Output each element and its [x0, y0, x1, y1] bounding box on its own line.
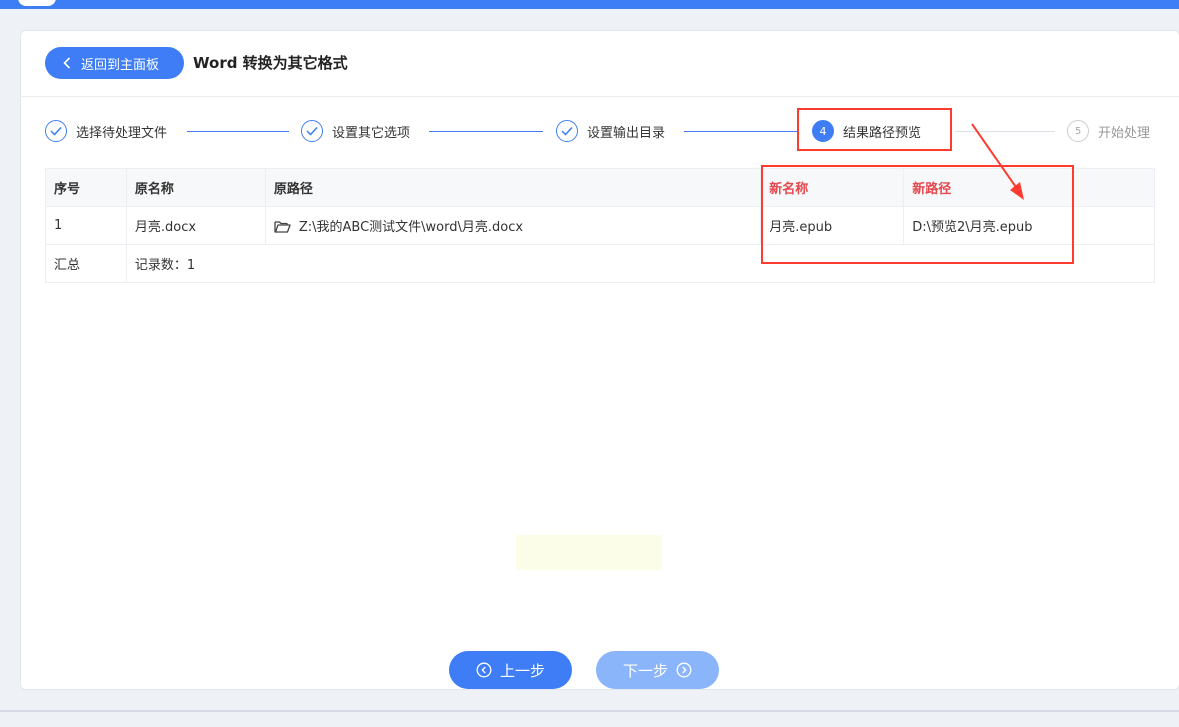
step-output-dir[interactable]: 设置输出目录: [556, 120, 665, 142]
orig-path-text: Z:\我的ABC测试文件\word\月亮.docx: [298, 220, 524, 235]
chevron-left-icon: [63, 57, 71, 69]
folder-open-icon[interactable]: [274, 220, 291, 233]
annotation-arrow-icon: [971, 123, 1024, 200]
page-title: Word 转换为其它格式: [193, 54, 348, 72]
check-icon: [45, 120, 67, 142]
step-select-files[interactable]: 选择待处理文件: [45, 120, 167, 142]
next-step-label: 下一步: [622, 661, 668, 680]
circle-chevron-right-icon: [676, 662, 692, 678]
back-to-main-button[interactable]: 返回到主面板: [45, 47, 184, 79]
check-icon: [301, 120, 323, 142]
step-start-processing[interactable]: 5 开始处理: [1067, 120, 1150, 142]
cell-orig-path: Z:\我的ABC测试文件\word\月亮.docx: [264, 206, 762, 245]
check-icon: [556, 120, 578, 142]
annotation-box-step: [797, 108, 952, 151]
top-bar: [0, 0, 1179, 9]
summary-label: 汇总: [45, 244, 127, 283]
step-label: 开始处理: [1098, 125, 1151, 141]
cell-orig-name: 月亮.docx: [125, 206, 266, 245]
step-label: 选择待处理文件: [76, 125, 168, 141]
step-connector: [684, 131, 798, 132]
step-other-options[interactable]: 设置其它选项: [301, 120, 410, 142]
circle-chevron-left-icon: [476, 662, 492, 678]
previous-step-button[interactable]: 上一步: [449, 651, 572, 689]
watermark: [516, 535, 662, 570]
panel-header: 返回到主面板 Word 转换为其它格式: [21, 31, 1179, 97]
step-number-badge: 5: [1067, 120, 1089, 142]
step-connector: [187, 131, 289, 132]
col-header-orig-path: 原路径: [264, 168, 762, 207]
top-bar-tab: [18, 0, 56, 6]
col-header-index: 序号: [45, 168, 127, 207]
step-connector: [429, 131, 543, 132]
bottom-divider: [0, 710, 1179, 712]
previous-step-label: 上一步: [499, 661, 545, 680]
step-label: 设置输出目录: [587, 125, 666, 141]
col-header-orig-name: 原名称: [125, 168, 266, 207]
next-step-button[interactable]: 下一步: [596, 651, 719, 689]
back-button-label: 返回到主面板: [81, 57, 160, 73]
cell-index: 1: [45, 206, 127, 245]
step-label: 设置其它选项: [332, 125, 411, 141]
